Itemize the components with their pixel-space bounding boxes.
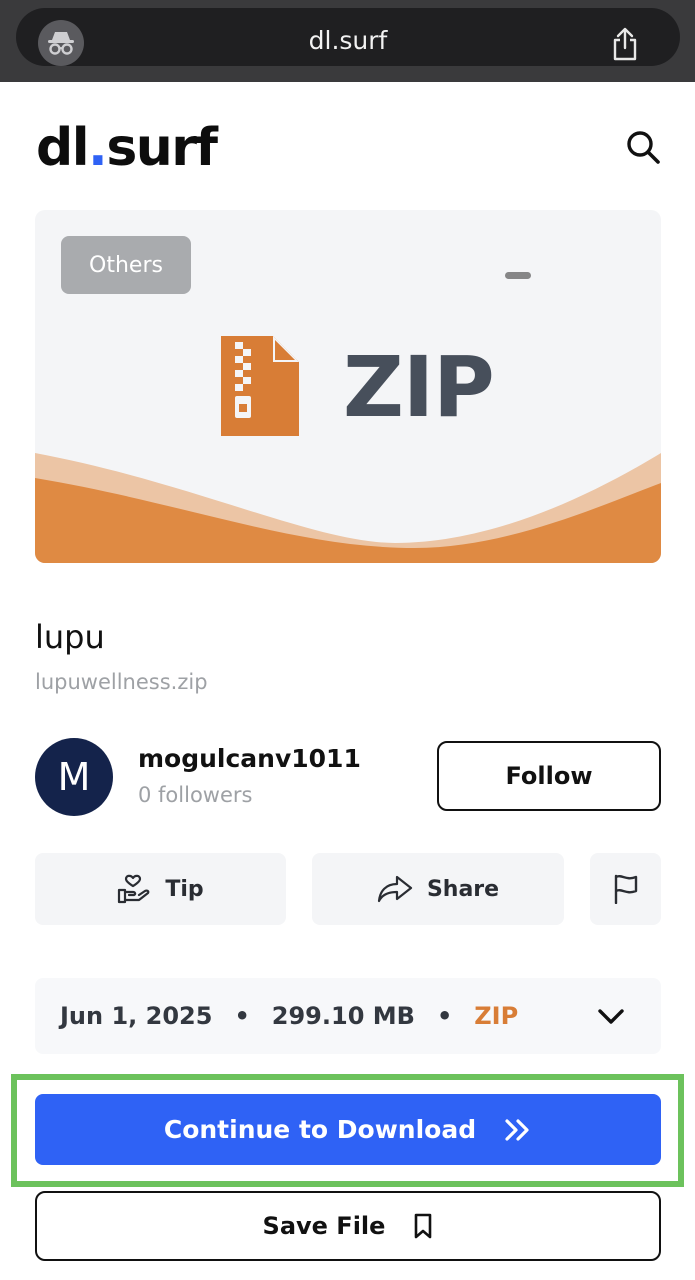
double-chevron-right-icon [505,1118,529,1141]
site-logo[interactable]: dl.surf [36,118,218,178]
search-icon[interactable] [624,128,662,166]
tip-label: Tip [165,876,204,902]
continue-download-button[interactable]: Continue to Download [35,1094,661,1165]
share-button[interactable]: Share [312,853,564,925]
file-type-label: ZIP [343,338,495,436]
flag-icon [614,874,637,904]
upload-date: Jun 1, 2025 [60,1002,213,1030]
chevron-down-icon[interactable] [597,1008,625,1026]
file-extension: ZIP [474,1002,519,1030]
file-name: lupuwellness.zip [35,670,208,694]
file-size: 299.10 MB [271,1002,415,1030]
meta-separator: • [436,1002,453,1030]
bookmark-icon [415,1213,432,1239]
follower-count: 0 followers [138,783,253,807]
save-file-button[interactable]: Save File [35,1191,661,1261]
share-label: Share [426,876,500,902]
category-badge: Others [61,236,191,294]
preview-wave-decoration [35,453,661,563]
download-label: Continue to Download [163,1115,477,1144]
report-button[interactable] [590,853,661,925]
share-icon[interactable] [610,27,640,61]
preview-smudge [505,272,531,279]
browser-toolbar: dl.surf [0,0,695,82]
file-info-row[interactable]: Jun 1, 2025 • 299.10 MB • ZIP [35,978,661,1054]
save-label: Save File [262,1212,386,1240]
follow-button[interactable]: Follow [437,741,661,811]
author-avatar[interactable]: M [35,738,113,816]
zip-file-icon [221,336,299,436]
tip-heart-hand-icon [118,874,150,904]
file-title: lupu [35,618,105,656]
address-bar[interactable]: dl.surf [16,8,680,66]
file-preview[interactable]: Others ZIP [35,210,661,563]
tip-button[interactable]: Tip [35,853,286,925]
url-text[interactable]: dl.surf [16,26,680,55]
meta-separator: • [234,1002,250,1030]
author-name[interactable]: mogulcanv1011 [138,744,361,773]
share-arrow-icon [377,875,413,903]
file-meta: Jun 1, 2025 • 299.10 MB • ZIP [60,1002,518,1030]
